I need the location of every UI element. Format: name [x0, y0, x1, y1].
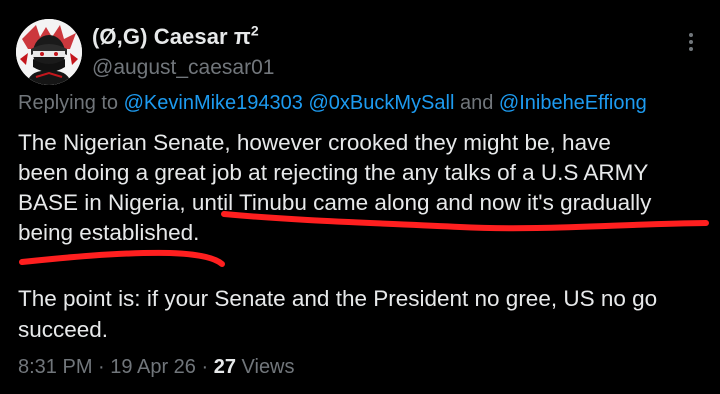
- more-options-button[interactable]: [686, 33, 696, 55]
- display-name-text: (Ø,G) Caesar π: [92, 24, 251, 49]
- tweet-text-line: succeed.: [18, 317, 109, 342]
- replying-conjunction: and: [459, 92, 494, 114]
- author-handle[interactable]: @august_caesar01: [92, 56, 274, 80]
- tweet-text-line: The point is: if your Senate and the Pre…: [18, 286, 658, 311]
- more-dot-icon: [689, 33, 693, 37]
- mention-link[interactable]: @InibeheEffiong: [499, 92, 647, 114]
- replying-to-label: Replying to: [18, 92, 119, 114]
- more-dot-icon: [689, 47, 693, 51]
- avatar[interactable]: [16, 19, 82, 85]
- meta-separator: ·: [201, 356, 209, 378]
- tweet-text-line: being established.: [18, 220, 200, 245]
- tweet-text-paragraph-2: The point is: if your Senate and the Pre…: [18, 283, 708, 345]
- replying-to: Replying to @KevinMike194303 @0xBuckMySa…: [18, 92, 647, 115]
- tweet-text-line: been doing a great job at rejecting the …: [18, 160, 649, 185]
- more-dot-icon: [689, 40, 693, 44]
- author-display-name[interactable]: (Ø,G) Caesar π2: [92, 24, 259, 50]
- mention-link[interactable]: @KevinMike194303: [124, 92, 303, 114]
- tweet-text-line: BASE in Nigeria, until Tinubu came along…: [18, 190, 652, 215]
- tweet-time[interactable]: 8:31 PM: [18, 356, 92, 378]
- views-count[interactable]: 27: [214, 356, 236, 378]
- tweet-date[interactable]: 19 Apr 26: [110, 356, 196, 378]
- tweet: (Ø,G) Caesar π2 @august_caesar01 Replyin…: [0, 0, 720, 394]
- mention-link[interactable]: @0xBuckMySall: [308, 92, 454, 114]
- display-name-superscript: 2: [250, 22, 259, 39]
- tweet-text: The Nigerian Senate, however crooked the…: [18, 128, 708, 248]
- meta-separator: ·: [98, 356, 105, 378]
- views-label: Views: [241, 356, 295, 378]
- tweet-text-line: The Nigerian Senate, however crooked the…: [18, 130, 611, 155]
- avatar-ninja-mask-icon: [16, 19, 82, 85]
- tweet-meta: 8:31 PM · 19 Apr 26 · 27 Views: [18, 356, 295, 379]
